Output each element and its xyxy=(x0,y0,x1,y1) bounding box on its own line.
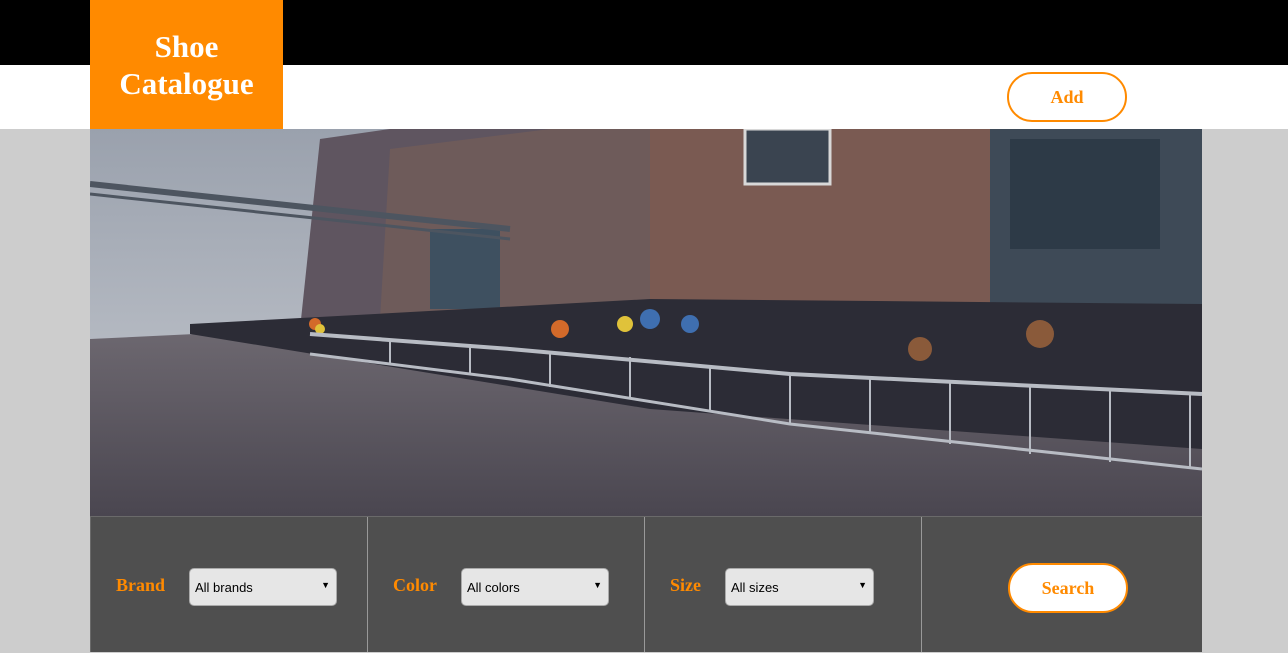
logo-line-1: Shoe xyxy=(154,28,219,64)
logo: Shoe Catalogue xyxy=(90,0,283,129)
size-filter: Size All sizes ▼ xyxy=(644,517,921,652)
add-button[interactable]: Add xyxy=(1007,72,1127,122)
search-cell: Search xyxy=(921,517,1202,652)
logo-line-2: Catalogue xyxy=(119,65,254,101)
filter-bar: Brand All brands ▼ Color All colors ▼ Si… xyxy=(90,516,1202,652)
size-select-value: All sizes xyxy=(731,579,779,595)
search-button[interactable]: Search xyxy=(1008,563,1128,613)
size-label: Size xyxy=(670,575,701,595)
brand-filter: Brand All brands ▼ xyxy=(90,517,367,652)
size-select[interactable]: All sizes ▼ xyxy=(725,568,874,606)
brand-select-value: All brands xyxy=(195,579,253,595)
triangle-down-icon: ▼ xyxy=(858,580,867,590)
brand-label: Brand xyxy=(116,575,166,595)
triangle-down-icon: ▼ xyxy=(321,580,330,590)
hero-image xyxy=(90,129,1202,516)
color-select[interactable]: All colors ▼ xyxy=(461,568,609,606)
triangle-down-icon: ▼ xyxy=(593,580,602,590)
color-filter: Color All colors ▼ xyxy=(367,517,644,652)
color-select-value: All colors xyxy=(467,579,520,595)
brand-select[interactable]: All brands ▼ xyxy=(189,568,337,606)
color-label: Color xyxy=(393,575,437,595)
